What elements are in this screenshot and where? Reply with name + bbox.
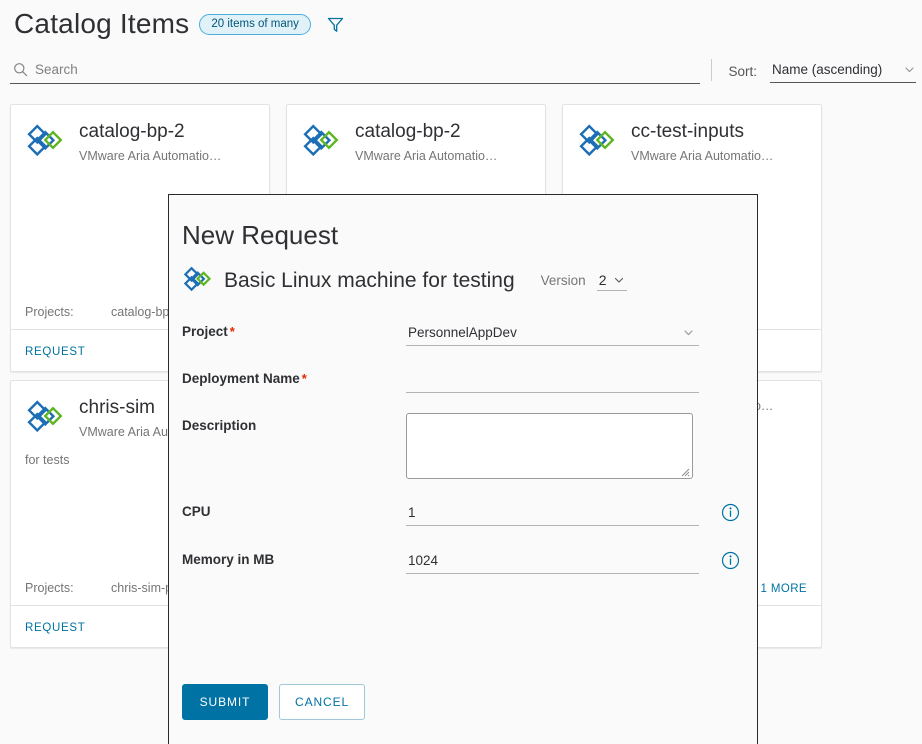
new-request-modal: New Request Basic Linux machine for test… [168, 194, 758, 744]
card-subtitle: VMware Aria Automatio… [79, 149, 222, 163]
vmware-aria-logo-icon [27, 400, 63, 433]
sort-divider [711, 59, 713, 81]
vmware-aria-logo-icon [183, 266, 212, 292]
info-circle-icon [721, 503, 740, 522]
sort-area: Sort: Name (ascending) [711, 57, 916, 83]
vmware-aria-logo-icon [579, 124, 615, 157]
modal-subheader: Basic Linux machine for testing Version … [169, 251, 757, 297]
memory-field[interactable] [406, 547, 699, 574]
form-row-memory: Memory in MB [182, 547, 757, 575]
card-subtitle: VMware Aria Automatio… [631, 149, 774, 163]
cpu-field-col [406, 499, 757, 527]
card-title: catalog-bp-2 [355, 121, 461, 142]
search-box[interactable] [10, 56, 700, 84]
sort-select[interactable]: Name (ascending) [770, 57, 916, 83]
version-select[interactable]: 2 [596, 271, 628, 291]
cancel-button[interactable]: CANCEL [279, 684, 366, 720]
memory-field-col [406, 547, 757, 575]
deployment-name-field-col [406, 366, 757, 393]
search-row: Sort: Name (ascending) [0, 50, 922, 84]
version-label: Version [540, 272, 586, 288]
catalog-item-name: Basic Linux machine for testing [224, 269, 515, 292]
card-titles: catalog-bp-2 VMware Aria Automatio… [79, 119, 255, 166]
card-titles: cc-test-inputs VMware Aria Automatio… [631, 119, 807, 166]
cpu-info-button[interactable] [721, 499, 740, 527]
vmware-aria-logo-icon [27, 124, 63, 157]
card-head: catalog-bp-2 VMware Aria Automatio… [11, 105, 269, 166]
project-field-col [406, 319, 757, 346]
project-select-value[interactable] [406, 324, 699, 340]
page-title: Catalog Items [14, 8, 190, 39]
memory-input[interactable] [406, 552, 699, 568]
cpu-field[interactable] [406, 499, 699, 526]
request-button[interactable]: REQUEST [25, 622, 86, 634]
description-label: Description [182, 413, 406, 433]
memory-label: Memory in MB [182, 547, 406, 567]
request-form: Project* Deployment Name* [169, 297, 757, 575]
project-label: Project * [182, 319, 406, 339]
card-title: cc-test-inputs [631, 121, 744, 142]
form-row-project: Project * [182, 319, 757, 346]
search-icon [14, 63, 28, 77]
catalog-items-page: Catalog Items 20 items of many Sort: Nam… [0, 0, 922, 744]
page-header: Catalog Items 20 items of many [0, 0, 922, 48]
search-input[interactable] [35, 62, 655, 77]
card-subtitle: VMware Aria Automatio… [355, 149, 498, 163]
cpu-input[interactable] [406, 504, 699, 520]
deployment-name-field[interactable] [406, 366, 699, 393]
description-textarea-box[interactable] [406, 413, 693, 479]
modal-title: New Request [182, 220, 339, 250]
chevron-down-icon [905, 67, 914, 73]
form-row-cpu: CPU [182, 499, 757, 527]
submit-button[interactable]: SUBMIT [182, 684, 268, 720]
filter-button[interactable] [325, 13, 347, 35]
form-row-description: Description [182, 413, 757, 479]
item-count-badge: 20 items of many [199, 13, 311, 35]
card-description [11, 166, 269, 176]
required-marker: * [229, 324, 235, 339]
version-wrap: Version 2 [541, 272, 628, 291]
filter-icon [328, 17, 344, 32]
sort-label: Sort: [728, 64, 757, 79]
form-row-deployment-name: Deployment Name * [182, 366, 757, 393]
card-titles: catalog-bp-2 VMware Aria Automatio… [355, 119, 531, 166]
memory-label-text: Memory in MB [182, 552, 275, 567]
card-head: catalog-bp-2 VMware Aria Automatio… [287, 105, 545, 166]
card-title: catalog-bp-2 [79, 121, 185, 142]
project-select[interactable] [406, 319, 699, 346]
deployment-name-input[interactable] [406, 371, 699, 387]
project-label-text: Project [182, 324, 228, 339]
description-label-text: Description [182, 418, 257, 433]
chevron-down-icon [684, 330, 693, 336]
modal-footer: SUBMIT CANCEL [169, 684, 757, 744]
deployment-name-label-text: Deployment Name [182, 371, 300, 386]
request-button[interactable]: REQUEST [25, 346, 86, 358]
card-projects-label: Projects: [25, 581, 74, 595]
vmware-aria-logo-icon [303, 124, 339, 157]
info-circle-icon [721, 551, 740, 570]
deployment-name-label: Deployment Name * [182, 366, 406, 386]
required-marker: * [301, 371, 307, 386]
description-textarea[interactable] [407, 414, 692, 478]
card-projects-more-link[interactable]: 1 MORE [761, 583, 808, 595]
version-selected-value: 2 [598, 271, 607, 288]
memory-info-button[interactable] [721, 547, 740, 575]
chevron-down-icon [615, 277, 624, 283]
cpu-label: CPU [182, 499, 406, 519]
cpu-label-text: CPU [182, 504, 211, 519]
description-field-col [406, 413, 757, 479]
card-projects-label: Projects: [25, 305, 74, 319]
sort-selected-value: Name (ascending) [772, 62, 883, 77]
card-head: cc-test-inputs VMware Aria Automatio… [563, 105, 821, 166]
